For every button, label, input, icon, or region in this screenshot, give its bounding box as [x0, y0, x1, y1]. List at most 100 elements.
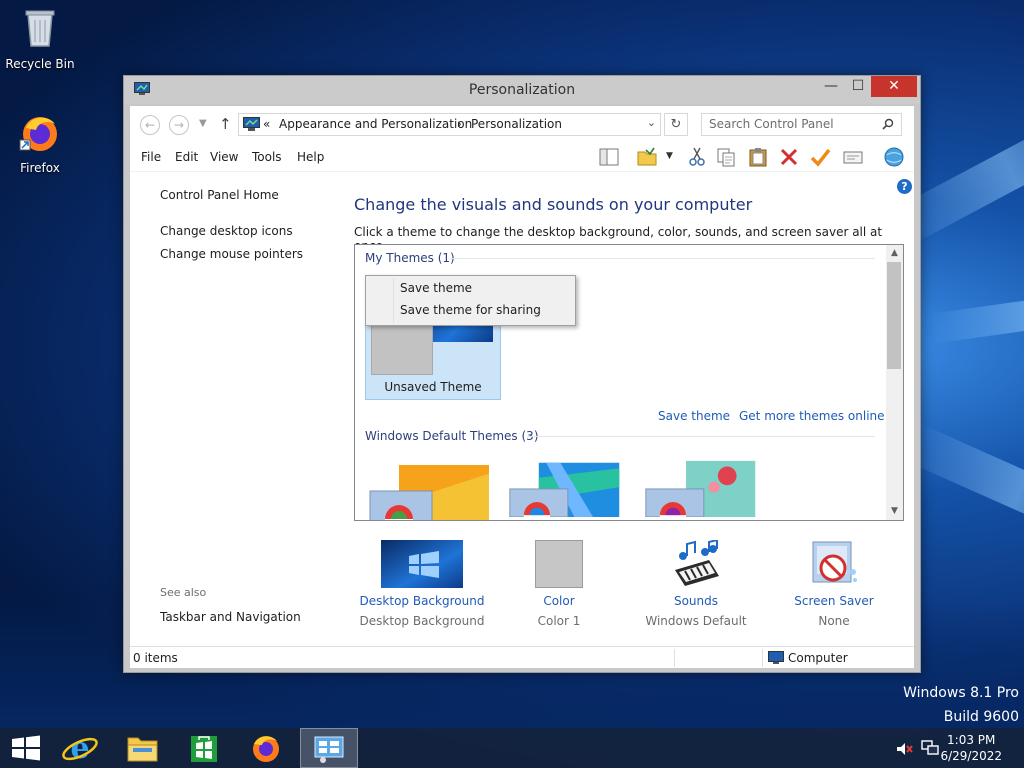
- checkmark-icon[interactable]: [809, 146, 831, 168]
- menu-help[interactable]: Help: [297, 150, 324, 164]
- windows-edition-watermark: Windows 8.1 Pro: [903, 685, 1019, 701]
- store-icon: [191, 736, 217, 762]
- cut-icon[interactable]: [686, 146, 708, 168]
- group-divider: [527, 436, 875, 437]
- taskbar-and-navigation-link[interactable]: Taskbar and Navigation: [160, 610, 301, 624]
- scroll-down-arrow-icon[interactable]: ▼: [886, 506, 903, 516]
- change-desktop-icons-link[interactable]: Change desktop icons: [160, 224, 293, 238]
- sounds-label: Sounds: [673, 594, 719, 608]
- address-toolbar: ← → ▼ ↑ « Appearance and Personalization…: [130, 106, 914, 142]
- taskbar-control-panel[interactable]: [300, 728, 358, 768]
- menu-tools[interactable]: Tools: [252, 150, 282, 164]
- sounds-setting[interactable]: Sounds Windows Default: [626, 540, 766, 628]
- desktop-icon-firefox[interactable]: Firefox: [0, 110, 80, 175]
- scrollbar-thumb[interactable]: [887, 262, 901, 369]
- menu-bar: File Edit View Tools Help ▼: [130, 142, 914, 172]
- address-dropdown-chevron-icon[interactable]: ⌄: [647, 116, 656, 129]
- file-explorer-icon: [127, 737, 158, 762]
- get-more-themes-online-link[interactable]: Get more themes online: [739, 409, 885, 423]
- desktop-background-value: Desktop Background: [359, 614, 485, 628]
- window-client-area: ← → ▼ ↑ « Appearance and Personalization…: [130, 106, 914, 668]
- control-panel-home-link[interactable]: Control Panel Home: [160, 188, 279, 202]
- change-mouse-pointers-link[interactable]: Change mouse pointers: [160, 247, 303, 261]
- layout-pane-icon[interactable]: [598, 146, 620, 168]
- see-also-heading: See also: [160, 586, 207, 599]
- desktop-icon-recycle-bin[interactable]: Recycle Bin: [0, 6, 80, 71]
- desktop-background-icon: [381, 540, 463, 588]
- properties-icon[interactable]: [842, 146, 864, 168]
- scroll-up-arrow-icon[interactable]: ▲: [886, 248, 903, 258]
- status-bar: 0 items Computer: [130, 646, 914, 668]
- menu-file[interactable]: File: [141, 150, 161, 164]
- search-icon[interactable]: [882, 118, 894, 130]
- theme-context-menu: Save theme Save theme for sharing: [365, 275, 576, 326]
- color-label: Color: [543, 594, 575, 608]
- maximize-button[interactable]: ☐: [844, 76, 872, 97]
- close-button[interactable]: ✕: [871, 76, 917, 97]
- sounds-value: Windows Default: [645, 614, 747, 628]
- desktop-background-label: Desktop Background: [359, 594, 485, 608]
- folder-options-icon[interactable]: [636, 146, 658, 168]
- unsaved-theme-tile[interactable]: Unsaved Theme: [365, 312, 501, 400]
- windows-default-themes-heading[interactable]: Windows Default Themes (3): [365, 429, 539, 443]
- system-clock[interactable]: 1:03 PM 6/29/2022: [940, 732, 1002, 764]
- page-title: Change the visuals and sounds on your co…: [354, 195, 753, 214]
- windows-theme-thumbnail[interactable]: [369, 463, 489, 521]
- computer-icon: [768, 651, 784, 664]
- address-bar[interactable]: « Appearance and Personalization › Perso…: [238, 113, 661, 136]
- back-button[interactable]: ←: [140, 115, 160, 135]
- folder-options-chevron-icon[interactable]: ▼: [666, 151, 673, 161]
- menu-view[interactable]: View: [210, 150, 238, 164]
- forward-button[interactable]: →: [169, 115, 189, 135]
- screen-saver-icon: [812, 541, 857, 583]
- color-swatch-icon: [535, 540, 583, 588]
- help-icon[interactable]: ?: [897, 179, 912, 194]
- minimize-button[interactable]: —: [817, 76, 845, 97]
- volume-muted-icon[interactable]: [896, 742, 914, 756]
- window-titlebar[interactable]: Personalization — ☐ ✕: [124, 76, 920, 104]
- refresh-button[interactable]: ↻: [664, 113, 688, 136]
- color-value: Color 1: [537, 614, 581, 628]
- clock-time: 1:03 PM: [947, 733, 996, 747]
- paste-icon[interactable]: [747, 146, 769, 168]
- taskbar-store[interactable]: [175, 728, 233, 768]
- lines-and-colors-theme-thumbnail[interactable]: [505, 459, 625, 517]
- network-icon[interactable]: [921, 740, 939, 756]
- context-menu-gutter: [393, 278, 394, 323]
- search-input[interactable]: Search Control Panel: [701, 113, 902, 136]
- theme-list-scrollbar[interactable]: ▲ ▼: [886, 245, 903, 520]
- menu-edit[interactable]: Edit: [175, 150, 198, 164]
- breadcrumb-personalization[interactable]: Personalization: [471, 117, 562, 131]
- group-divider: [450, 258, 875, 259]
- sounds-icon: [675, 540, 719, 586]
- theme-list[interactable]: My Themes (1) Unsaved Theme Save theme S…: [354, 244, 904, 521]
- delete-icon[interactable]: [778, 146, 800, 168]
- color-setting[interactable]: Color Color 1: [489, 540, 629, 628]
- taskbar-file-explorer[interactable]: [113, 728, 171, 768]
- theme-color-thumbnail: [371, 321, 433, 375]
- firefox-icon: [19, 117, 57, 151]
- screen-saver-setting[interactable]: Screen Saver None: [764, 540, 904, 628]
- breadcrumb-appearance-and-personalization[interactable]: Appearance and Personalization: [279, 117, 472, 131]
- clock-date: 6/29/2022: [940, 749, 1002, 763]
- globe-options-icon[interactable]: [883, 146, 905, 168]
- flowers-theme-thumbnail[interactable]: [641, 459, 761, 517]
- start-button[interactable]: [0, 728, 58, 768]
- windows-logo-icon: [12, 735, 40, 761]
- save-theme-link[interactable]: Save theme: [658, 409, 730, 423]
- breadcrumb-separator[interactable]: ›: [457, 117, 462, 131]
- recent-pages-chevron-icon[interactable]: ▼: [199, 118, 207, 129]
- context-menu-save-theme[interactable]: Save theme: [400, 281, 472, 295]
- my-themes-heading[interactable]: My Themes (1): [365, 251, 455, 265]
- address-overflow-chevron[interactable]: «: [263, 117, 270, 131]
- unsaved-theme-label: Unsaved Theme: [384, 380, 482, 394]
- taskbar-internet-explorer[interactable]: e: [51, 728, 109, 768]
- firefox-icon: [253, 736, 279, 762]
- taskbar-firefox[interactable]: [237, 728, 295, 768]
- window-title: Personalization: [468, 82, 576, 98]
- up-arrow-icon[interactable]: ↑: [219, 115, 232, 133]
- screen-saver-label: Screen Saver: [794, 594, 874, 608]
- copy-icon[interactable]: [715, 146, 737, 168]
- desktop-background-setting[interactable]: Desktop Background Desktop Background: [352, 540, 492, 628]
- context-menu-save-theme-for-sharing[interactable]: Save theme for sharing: [400, 303, 541, 317]
